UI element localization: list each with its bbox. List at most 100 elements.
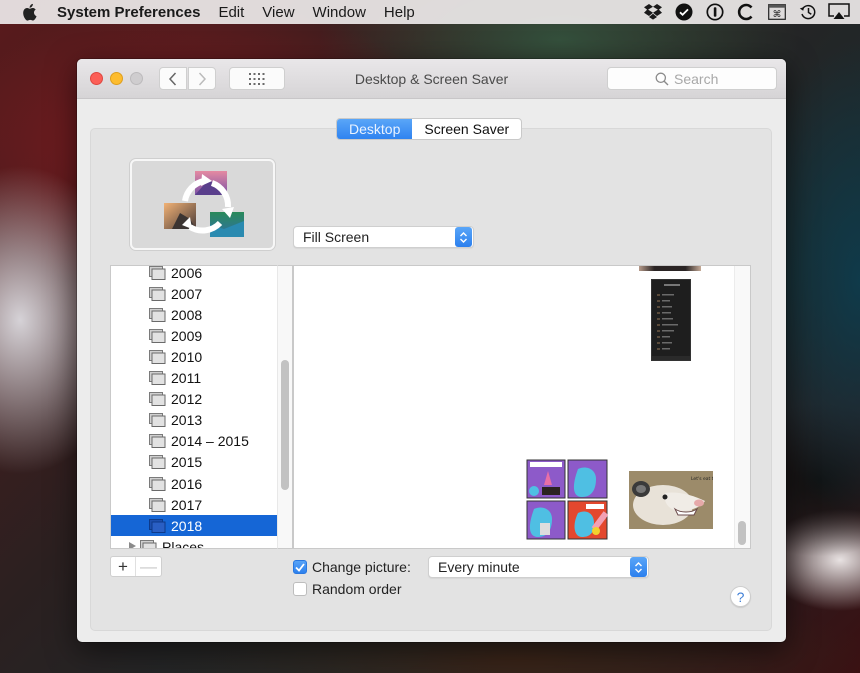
folder-list-item[interactable]: 2006 bbox=[111, 265, 277, 283]
folder-list-item-label: 2017 bbox=[171, 496, 203, 513]
search-input[interactable] bbox=[674, 70, 729, 87]
menu-window[interactable]: Window bbox=[313, 4, 366, 21]
svg-text:⌘: ⌘ bbox=[773, 10, 782, 20]
folder-list-item[interactable]: 2009 bbox=[111, 325, 277, 346]
1password-icon[interactable] bbox=[704, 2, 726, 22]
apple-menu-icon[interactable] bbox=[21, 3, 39, 21]
folder-list-item[interactable]: 2008 bbox=[111, 304, 277, 325]
remove-folder-button[interactable]: — bbox=[136, 557, 161, 576]
photo-folder-icon bbox=[149, 455, 166, 470]
photo-folder-icon bbox=[149, 307, 166, 322]
disclosure-triangle-icon[interactable] bbox=[129, 542, 136, 548]
photo-folder-icon bbox=[149, 392, 166, 407]
menu-help[interactable]: Help bbox=[384, 4, 415, 21]
wallpaper-grid-scrollbar[interactable] bbox=[734, 266, 750, 548]
folder-list-item[interactable]: 2011 bbox=[111, 368, 277, 389]
zoom-window-button[interactable] bbox=[130, 72, 143, 85]
close-window-button[interactable] bbox=[90, 72, 103, 85]
add-folder-button[interactable]: + bbox=[111, 557, 136, 576]
folder-list-item[interactable]: 2010 bbox=[111, 346, 277, 367]
photo-folder-icon bbox=[149, 371, 166, 385]
help-button[interactable]: ? bbox=[730, 586, 751, 607]
random-order-checkbox[interactable] bbox=[293, 582, 307, 596]
folder-list-item[interactable]: 2015 bbox=[111, 452, 277, 473]
places-label: Places bbox=[162, 538, 205, 549]
folder-list-item[interactable]: 2007 bbox=[111, 283, 277, 304]
add-remove-control: + — bbox=[110, 556, 162, 577]
photo-folder-icon bbox=[149, 286, 166, 301]
title-bar[interactable]: Desktop & Screen Saver bbox=[77, 59, 786, 99]
folder-list-item-label: 2018 bbox=[171, 517, 203, 534]
folder-list[interactable]: 2006 2007 2008 2009 2010 2011 2012 2013 bbox=[110, 265, 277, 549]
wallpaper-thumbnail[interactable] bbox=[639, 266, 701, 271]
time-machine-icon[interactable] bbox=[797, 2, 819, 22]
back-button[interactable] bbox=[159, 67, 187, 90]
chevron-updown-icon bbox=[455, 227, 472, 247]
app-menu[interactable]: System Preferences bbox=[57, 4, 200, 21]
keyboard-shortcut-icon[interactable]: ⌘ bbox=[766, 2, 788, 22]
preferences-window: Desktop & Screen Saver Desktop Screen Sa… bbox=[77, 59, 786, 642]
chevron-right-icon bbox=[198, 71, 207, 86]
search-icon bbox=[655, 72, 669, 85]
fill-mode-select[interactable]: Fill Screen bbox=[293, 226, 474, 248]
folder-list-item-label: 2010 bbox=[171, 348, 203, 365]
folder-list-item[interactable]: 2018 bbox=[111, 515, 277, 537]
folder-list-item-label: 2013 bbox=[171, 412, 203, 429]
folder-list-item[interactable]: 2017 bbox=[111, 494, 277, 515]
wallpaper-thumbnail-opossum[interactable]: Let's eat trash bbox=[629, 471, 713, 529]
menu-edit[interactable]: Edit bbox=[218, 4, 244, 21]
minimize-window-button[interactable] bbox=[110, 72, 123, 85]
fill-mode-value: Fill Screen bbox=[303, 229, 370, 245]
chevron-updown-icon bbox=[630, 557, 647, 577]
folder-list-item-label: 2015 bbox=[171, 454, 203, 471]
change-picture-checkbox[interactable] bbox=[293, 560, 307, 574]
search-field[interactable] bbox=[607, 67, 777, 90]
random-order-option[interactable]: Random order bbox=[293, 581, 402, 597]
menu-view[interactable]: View bbox=[262, 4, 294, 21]
folder-list-scroll-thumb[interactable] bbox=[281, 360, 289, 490]
wallpaper-thumbnail-comic[interactable] bbox=[526, 459, 608, 540]
show-all-button[interactable] bbox=[229, 67, 285, 90]
folder-list-item-label: 2008 bbox=[171, 306, 203, 323]
dropbox-icon[interactable] bbox=[642, 2, 664, 22]
photo-folder-icon bbox=[149, 266, 166, 280]
change-interval-value: Every minute bbox=[438, 559, 520, 575]
folder-list-item-label: 2012 bbox=[171, 391, 203, 408]
tab-screen-saver[interactable]: Screen Saver bbox=[412, 119, 521, 139]
status-icons: ⌘ bbox=[633, 0, 860, 24]
grid-icon bbox=[249, 72, 265, 85]
folder-list-item-label: 2006 bbox=[171, 265, 203, 281]
change-interval-select[interactable]: Every minute bbox=[428, 556, 649, 578]
folder-list-item-label: 2011 bbox=[171, 370, 202, 386]
places-group[interactable]: Places bbox=[111, 536, 277, 549]
tab-desktop[interactable]: Desktop bbox=[337, 119, 413, 139]
wallpaper-thumbnail[interactable] bbox=[651, 279, 691, 361]
wallpaper-preview[interactable] bbox=[130, 159, 275, 250]
folder-list-item[interactable]: 2014 – 2015 bbox=[111, 431, 277, 452]
svg-text:Let's eat trash: Let's eat trash bbox=[691, 476, 713, 482]
photo-folder-icon bbox=[149, 518, 166, 533]
airplay-icon[interactable] bbox=[828, 2, 850, 22]
tab-bar: Desktop Screen Saver bbox=[336, 118, 523, 140]
folder-list-item-label: 2009 bbox=[171, 327, 203, 344]
photo-folder-icon bbox=[149, 349, 166, 364]
folder-list-item[interactable]: 2013 bbox=[111, 410, 277, 431]
checkmark-circle-icon[interactable] bbox=[673, 2, 695, 22]
forward-button[interactable] bbox=[188, 67, 216, 90]
random-order-label: Random order bbox=[312, 581, 402, 597]
chevron-left-icon bbox=[168, 71, 177, 86]
photo-folder-icon bbox=[149, 328, 166, 343]
wallpaper-grid-scroll-thumb[interactable] bbox=[738, 521, 746, 545]
photo-folder-icon bbox=[149, 434, 166, 449]
checkmark-icon bbox=[295, 562, 305, 572]
folder-list-item-label: 2016 bbox=[171, 475, 203, 492]
change-picture-option[interactable]: Change picture: bbox=[293, 559, 411, 575]
menu-bar: System Preferences Edit View Window Help… bbox=[0, 0, 860, 24]
folder-list-item[interactable]: 2016 bbox=[111, 473, 277, 494]
folder-list-item[interactable]: 2012 bbox=[111, 389, 277, 410]
c-app-icon[interactable] bbox=[735, 2, 757, 22]
photo-folder-icon bbox=[149, 497, 166, 512]
folder-icon bbox=[140, 539, 157, 548]
wallpaper-grid[interactable]: Let's eat trash bbox=[293, 265, 751, 549]
photo-folder-icon bbox=[149, 413, 166, 428]
